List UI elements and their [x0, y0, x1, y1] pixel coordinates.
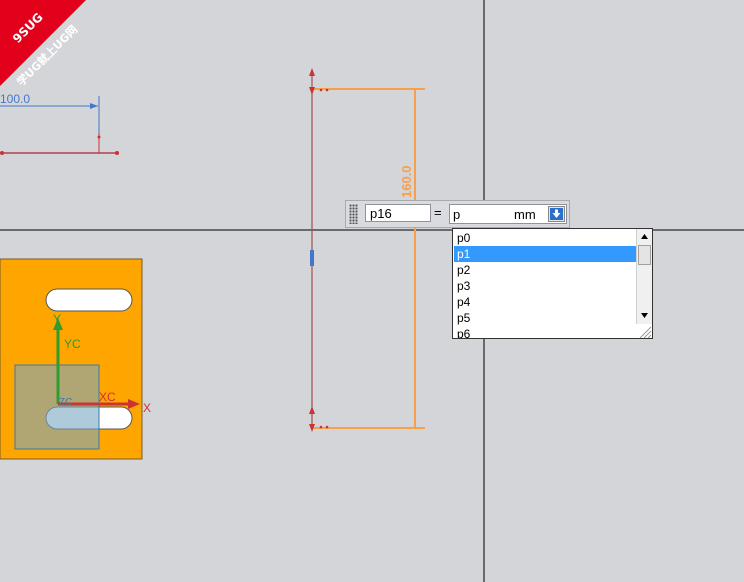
logo-triangle	[0, 0, 86, 86]
scroll-thumb[interactable]	[638, 245, 651, 265]
list-scrollbar[interactable]	[636, 229, 652, 324]
part-preview	[0, 258, 143, 460]
yc-axis-label: YC	[64, 337, 81, 351]
list-item-p2[interactable]: p2	[454, 262, 636, 278]
list-item-p0[interactable]: p0	[454, 230, 636, 246]
expression-field[interactable]: mm	[449, 204, 567, 224]
unit-label: mm	[514, 207, 536, 222]
expression-input[interactable]	[450, 205, 516, 223]
list-item-p1[interactable]: p1	[454, 246, 636, 262]
equals-sign: =	[434, 205, 442, 220]
vertical-dimension-value[interactable]: 160.0	[399, 165, 414, 198]
zc-axis-label: ZC	[59, 397, 72, 408]
dimension-name-field[interactable]	[365, 204, 431, 222]
expression-list[interactable]: p0 p1 p2 p3 p4 p5 p6	[452, 228, 653, 339]
list-item-p5[interactable]: p5	[454, 310, 636, 326]
triangle-down-icon	[641, 313, 648, 318]
expression-dropdown-button[interactable]	[548, 206, 565, 222]
list-item-p4[interactable]: p4	[454, 294, 636, 310]
x-axis-label: X	[143, 401, 151, 415]
y-axis-label: Y	[53, 312, 61, 326]
horizontal-dimension-value[interactable]: 100.0	[0, 92, 30, 106]
dimension-input-toolbar: = mm	[345, 200, 570, 228]
arrow-down-icon	[550, 208, 563, 220]
list-item-p6[interactable]: p6	[454, 326, 636, 338]
triangle-up-icon	[641, 234, 648, 239]
resize-grip-icon[interactable]	[636, 324, 652, 338]
drag-handle-icon[interactable]	[349, 204, 358, 224]
xc-axis-label: XC	[99, 390, 116, 404]
scroll-down-button[interactable]	[637, 308, 652, 323]
scroll-up-button[interactable]	[637, 229, 652, 244]
sketch-rectangle[interactable]	[309, 68, 425, 432]
list-item-p3[interactable]: p3	[454, 278, 636, 294]
sug-logo: 9SUG 学UG就上UG网	[0, 0, 86, 86]
